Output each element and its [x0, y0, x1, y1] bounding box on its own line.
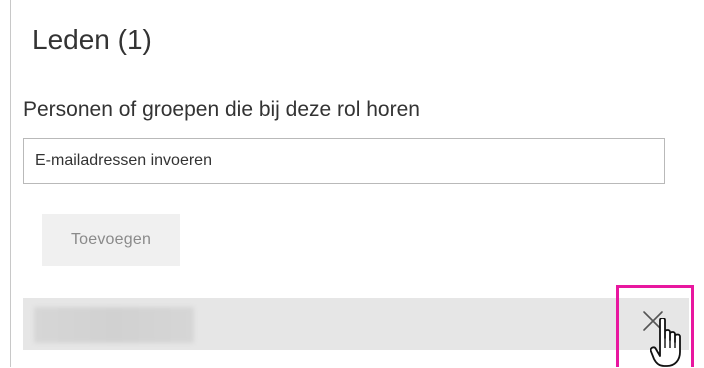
add-button[interactable]: Toevoegen [42, 214, 180, 266]
member-row [23, 298, 689, 350]
members-label: Personen of groepen die bij deze rol hor… [23, 98, 420, 121]
page-title: Leden (1) [32, 24, 152, 55]
hand-pointer-icon [650, 318, 681, 367]
add-button-label: Toevoegen [70, 231, 152, 248]
member-name [34, 307, 194, 343]
email-input[interactable]: E-mailadressen invoeren [23, 138, 665, 184]
email-input-placeholder: E-mailadressen invoeren [35, 152, 212, 169]
